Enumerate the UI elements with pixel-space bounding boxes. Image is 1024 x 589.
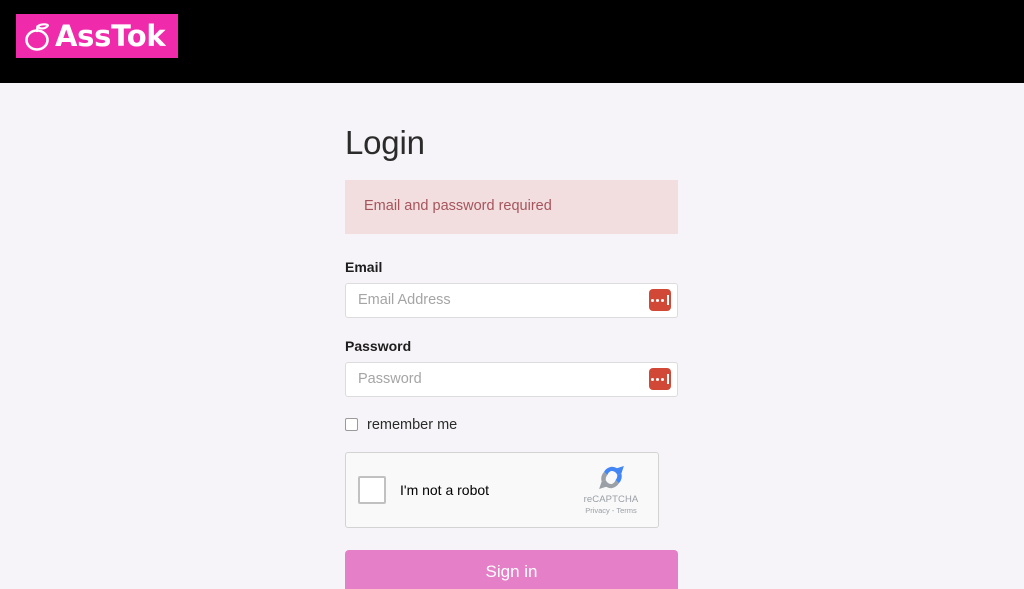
error-alert: Email and password required	[345, 180, 678, 234]
password-manager-icon[interactable]	[649, 289, 671, 312]
password-input[interactable]	[345, 361, 678, 397]
recaptcha-separator: -	[611, 506, 615, 516]
recaptcha-checkbox[interactable]	[358, 475, 386, 504]
remember-me-row[interactable]: remember me	[345, 417, 678, 433]
remember-me-checkbox[interactable]	[345, 418, 358, 432]
recaptcha-widget[interactable]: I'm not a robot reCAPTCHA Privacy - Term…	[345, 451, 659, 528]
email-input[interactable]	[345, 282, 678, 318]
login-form: Login Email and password required Email …	[345, 124, 678, 589]
password-manager-icon[interactable]	[649, 368, 671, 391]
page-title: Login	[345, 124, 425, 161]
email-label: Email	[345, 258, 383, 275]
recaptcha-terms-link[interactable]: Terms	[616, 506, 636, 515]
recaptcha-legal-links: Privacy - Terms	[574, 506, 648, 515]
recaptcha-privacy-link[interactable]: Privacy	[585, 506, 610, 515]
recaptcha-brand-name: reCAPTCHA	[583, 493, 639, 505]
recaptcha-branding: reCAPTCHA Privacy - Terms	[574, 461, 648, 515]
password-field-group: Password	[345, 338, 678, 397]
password-input-wrap	[345, 361, 678, 397]
peach-outline-icon	[25, 23, 50, 51]
page-body: Login Email and password required Email …	[0, 83, 1024, 589]
remember-me-label[interactable]: remember me	[367, 417, 457, 433]
brand-logo[interactable]: AssTok	[16, 14, 178, 58]
password-label: Password	[345, 337, 412, 354]
email-field-group: Email	[345, 259, 678, 318]
sign-in-button[interactable]: Sign in	[345, 549, 678, 589]
recaptcha-label: I'm not a robot	[400, 481, 490, 498]
email-input-wrap	[345, 282, 678, 318]
recaptcha-logo-icon	[598, 465, 624, 489]
site-header: AssTok	[0, 0, 1024, 83]
brand-name: AssTok	[55, 18, 166, 53]
